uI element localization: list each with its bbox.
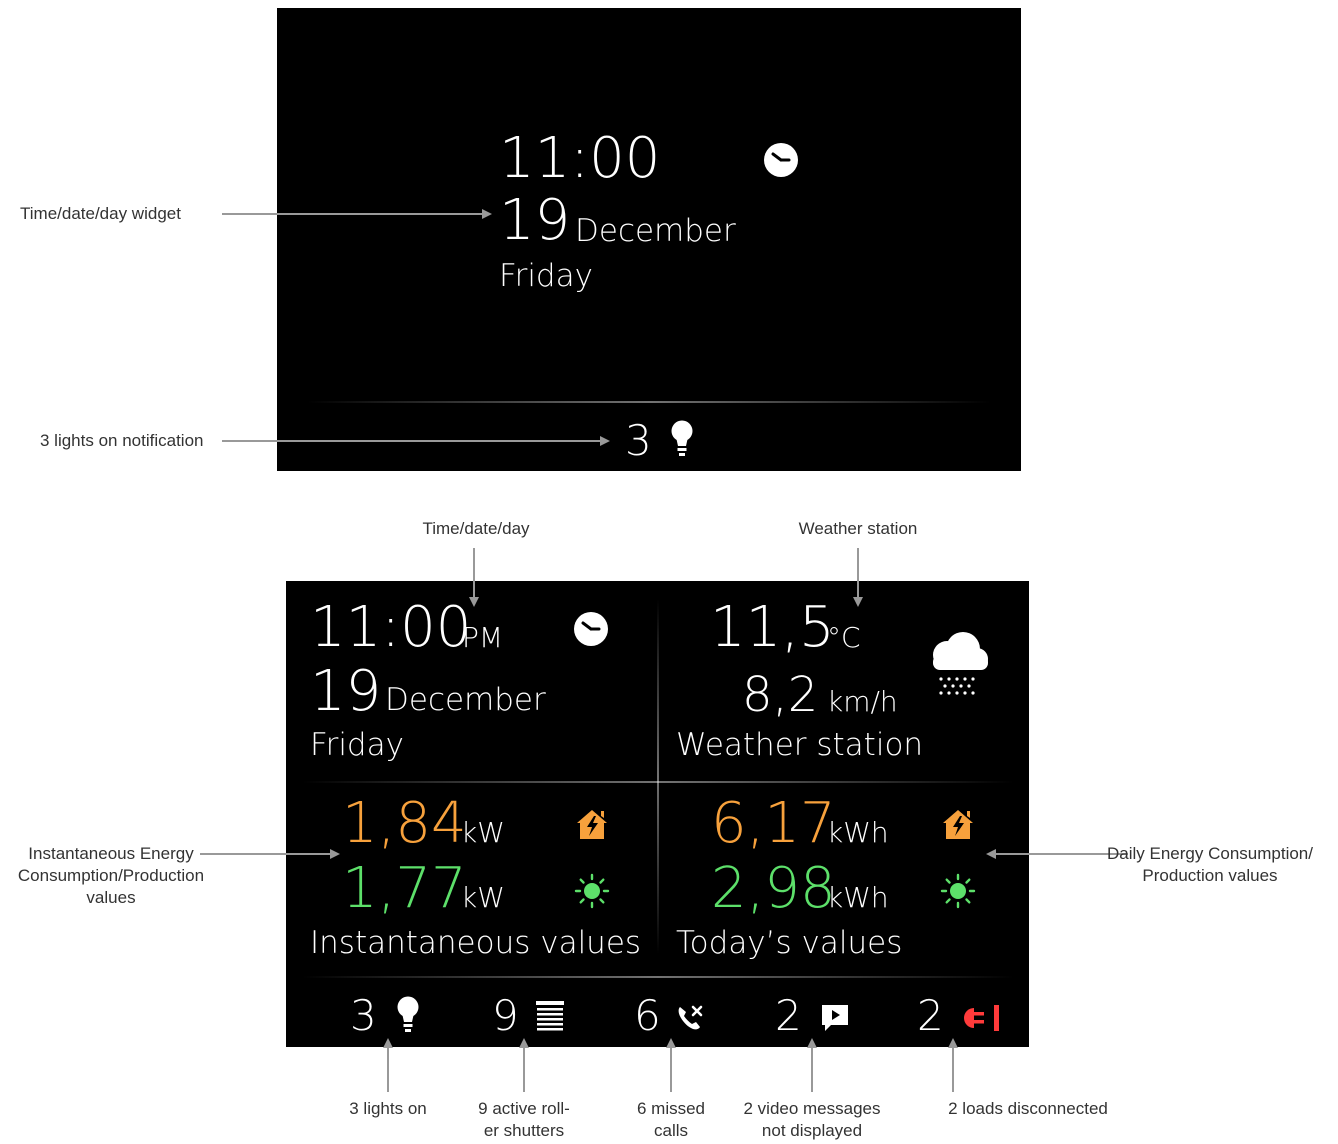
- annotation-shutters: 9 active roll- er shutters: [478, 1099, 570, 1140]
- annotation-loads: 2 loads disconnected: [948, 1099, 1108, 1118]
- annotation-instantaneous: Instantaneous Energy Consumption/Product…: [17, 844, 205, 907]
- annotation-lights: 3 lights on: [349, 1099, 427, 1118]
- annotation-daily: Daily Energy Consumption/ Production val…: [1107, 844, 1313, 885]
- annotation-calls: 6 missed calls: [636, 1099, 706, 1140]
- annotation-widget: Time/date/day widget: [20, 204, 181, 223]
- annotation-video: 2 video messages not displayed: [743, 1099, 881, 1140]
- annotation-arrows: [200, 209, 1128, 1092]
- annotation-time: Time/date/day: [422, 519, 530, 538]
- annotation-lights-notification: 3 lights on notification: [40, 431, 204, 450]
- annotation-weather: Weather station: [798, 519, 918, 538]
